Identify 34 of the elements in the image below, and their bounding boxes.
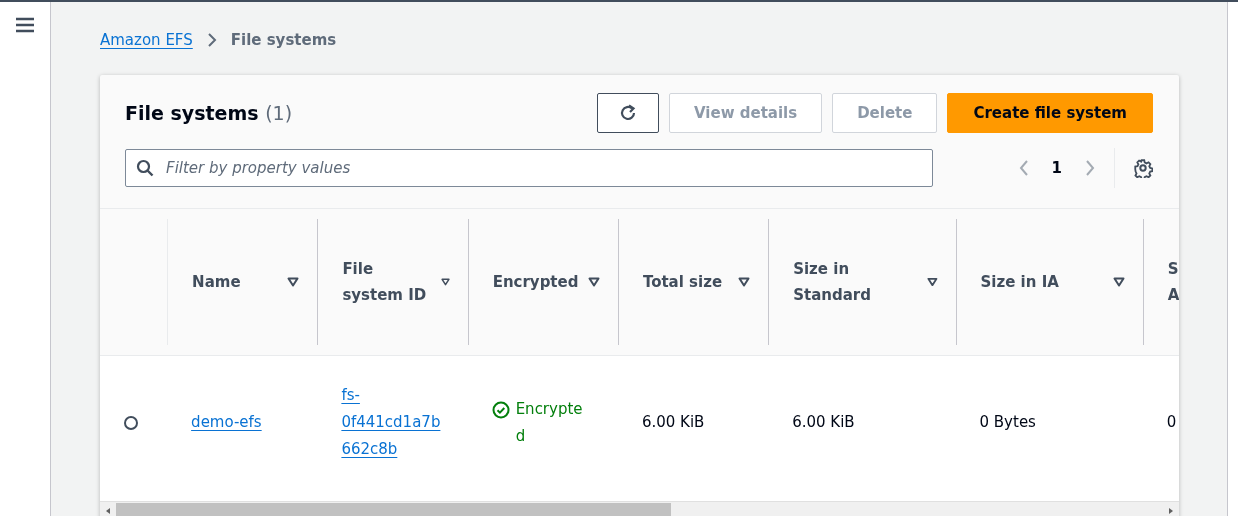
page-number[interactable]: 1 — [1051, 159, 1062, 177]
table-cell: 0 Bytes — [979, 413, 1036, 431]
file-system-id-link[interactable]: fs-0f441cd1a7b662c8b — [341, 382, 442, 463]
refresh-icon — [618, 103, 638, 123]
sort-icon[interactable] — [738, 277, 751, 287]
filter-field[interactable]: Filter by property values — [125, 149, 933, 187]
breadcrumb-current: File systems — [230, 31, 337, 49]
column-header[interactable]: S A — [1167, 256, 1179, 308]
column-header[interactable]: Total size — [642, 269, 723, 295]
sort-icon[interactable] — [1112, 277, 1125, 287]
check-circle-icon — [491, 400, 510, 419]
name-link[interactable]: demo-efs — [191, 413, 262, 431]
status-text: Encrypted — [515, 398, 584, 447]
sort-icon[interactable] — [440, 277, 450, 287]
breadcrumb-link[interactable]: Amazon EFS — [100, 31, 193, 49]
sort-icon[interactable] — [287, 277, 300, 287]
menu-icon[interactable] — [15, 17, 35, 33]
panel-title: File systems (1) — [125, 102, 293, 124]
settings-icon[interactable] — [1133, 158, 1153, 178]
column-header[interactable]: Name — [192, 269, 241, 295]
table-cell: 6.00 KiB — [792, 413, 855, 431]
scroll-left-icon[interactable] — [104, 507, 112, 515]
table-cell: 0 — [1166, 413, 1177, 431]
chevron-right-icon — [206, 33, 217, 47]
create-button[interactable]: Create file system — [947, 93, 1153, 133]
table-cell: 6.00 KiB — [641, 413, 705, 431]
horizontal-scrollbar[interactable] — [100, 501, 1179, 516]
sort-icon[interactable] — [926, 277, 938, 287]
row-radio[interactable] — [124, 415, 138, 430]
scroll-right-icon[interactable] — [1167, 507, 1175, 515]
column-header[interactable]: Encrypted — [492, 269, 579, 295]
column-header[interactable]: Size in IA — [980, 269, 1059, 295]
sort-icon[interactable] — [587, 277, 600, 287]
refresh-button[interactable] — [597, 93, 659, 133]
